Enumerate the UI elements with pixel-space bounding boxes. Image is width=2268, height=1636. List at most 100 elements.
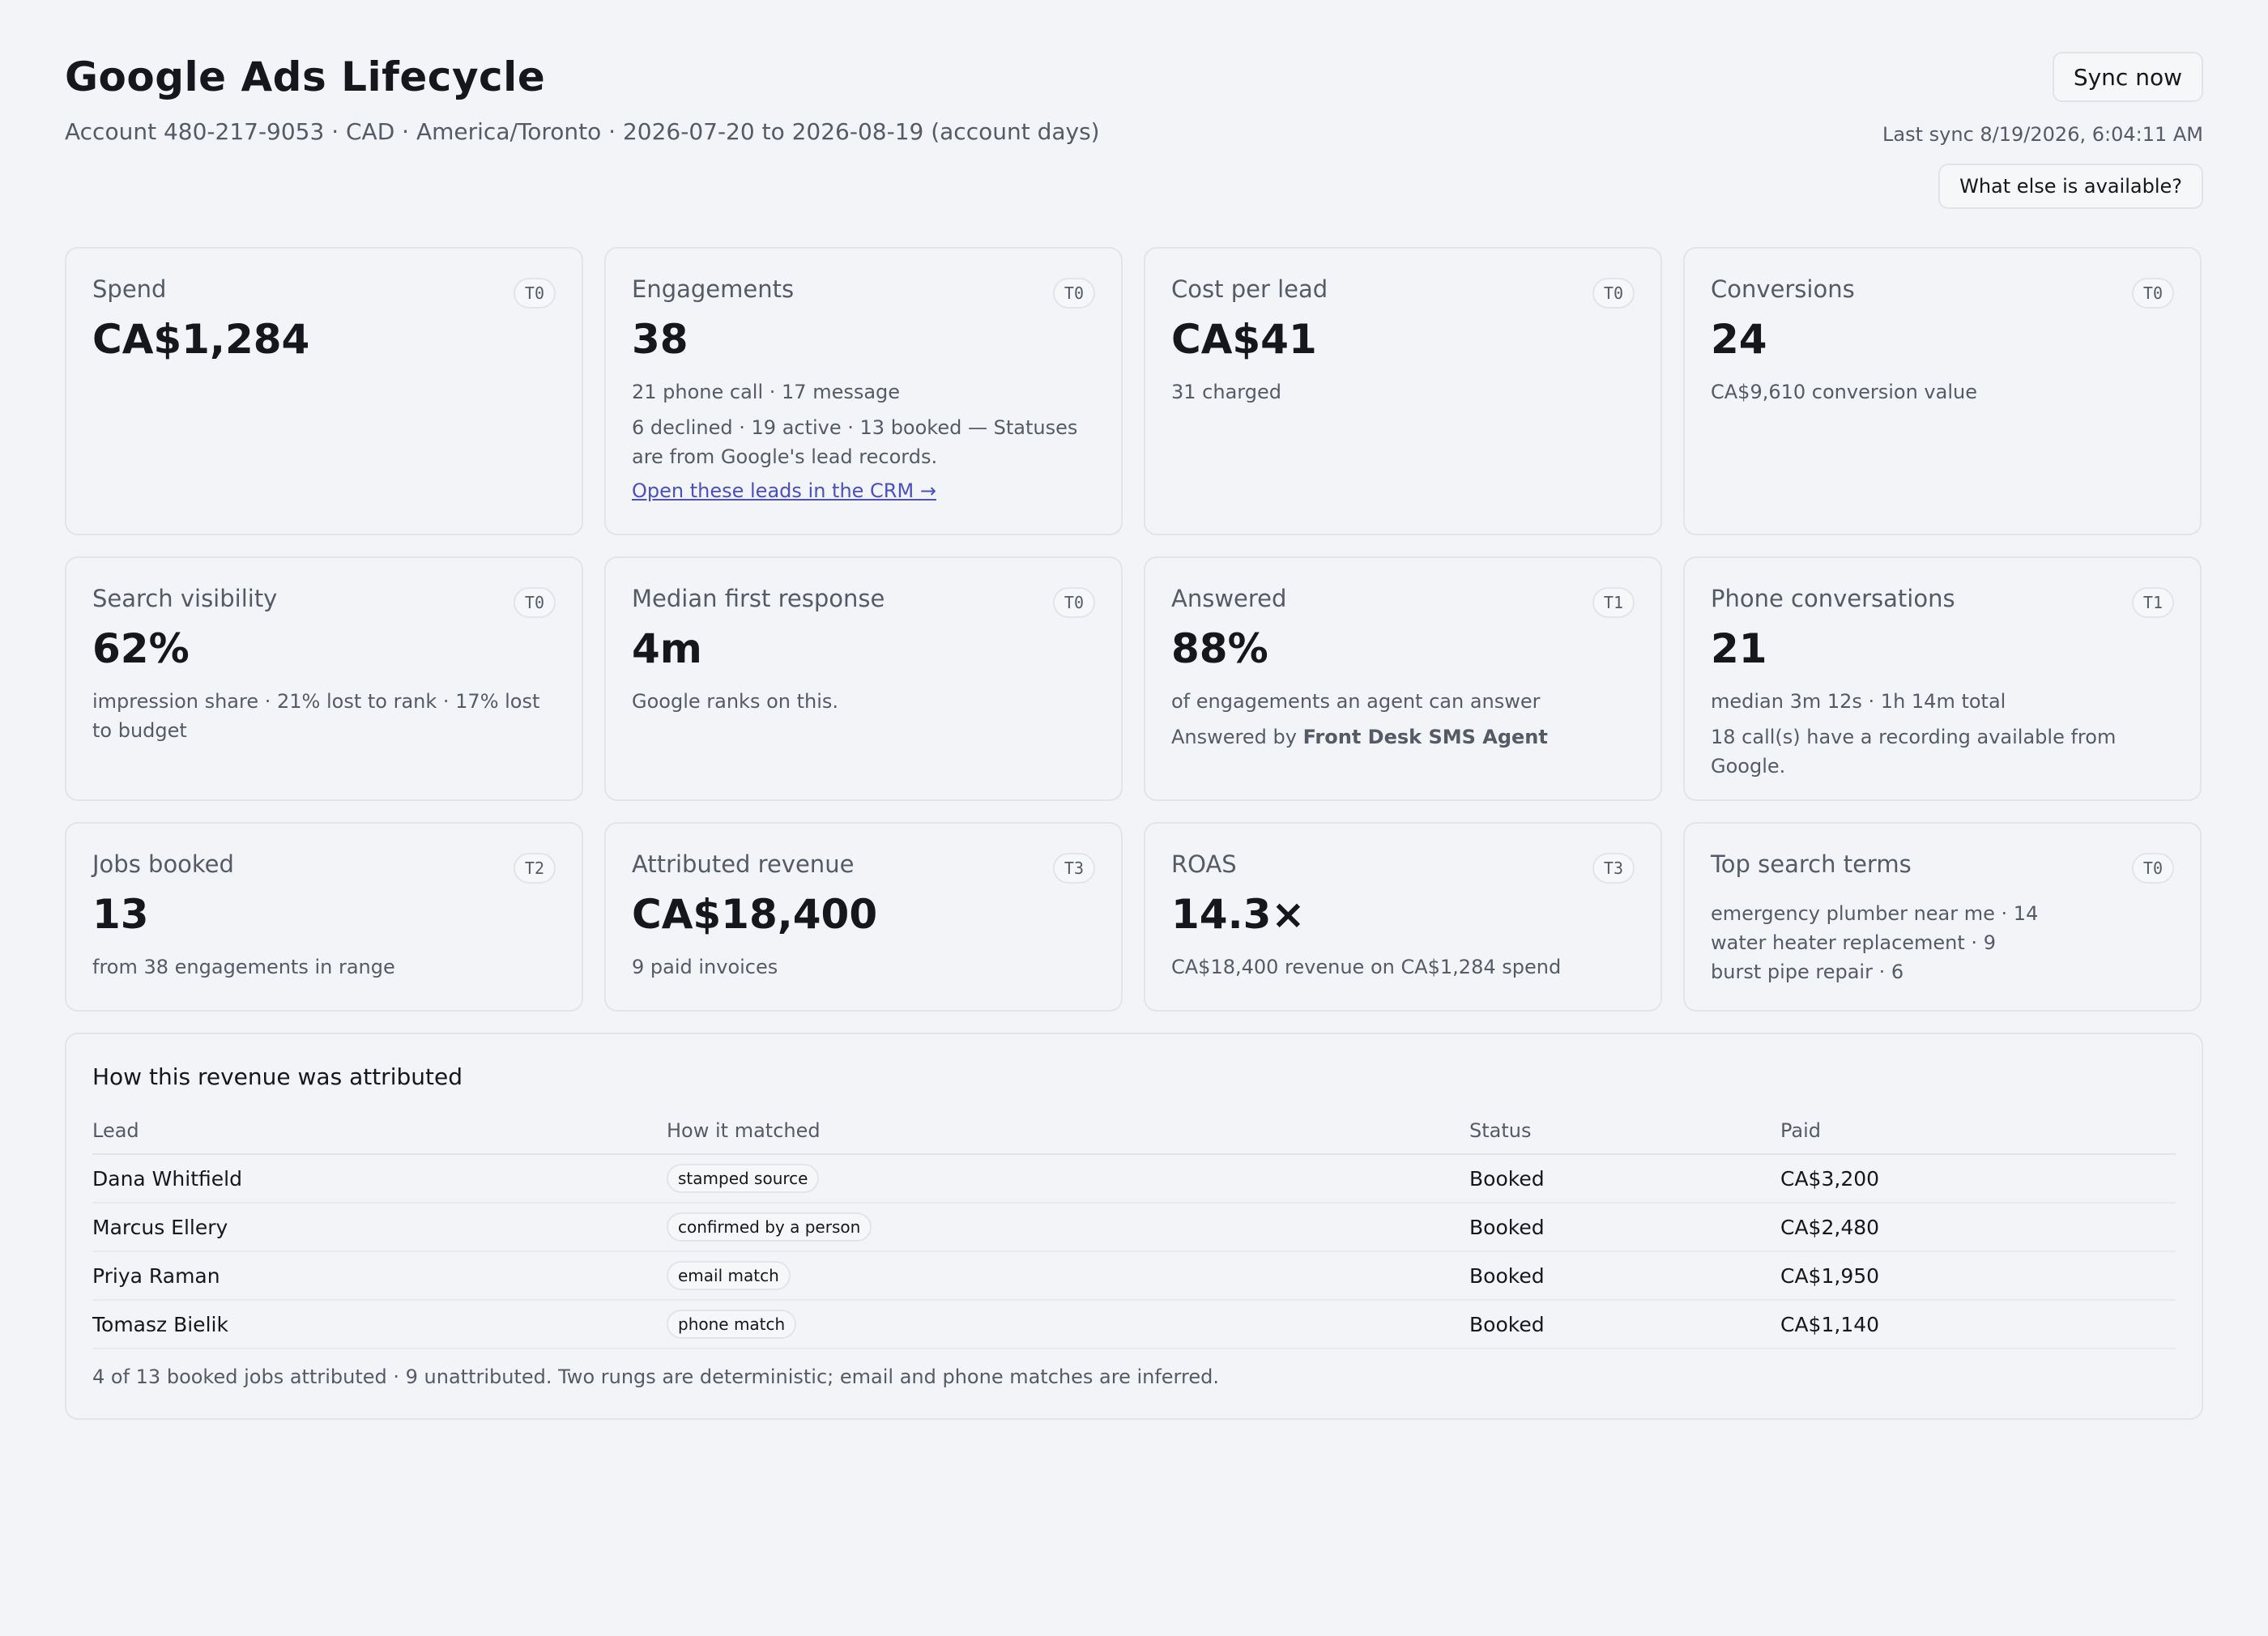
- search-term-item: burst pipe repair · 6: [1711, 961, 1904, 983]
- lead-name: Priya Raman: [92, 1251, 667, 1301]
- card-value: 62%: [92, 625, 190, 672]
- engagements-card: Engagements T0 38 21 phone call · 17 mes…: [604, 247, 1123, 535]
- card-value: 13: [92, 891, 149, 938]
- match-cell: stamped source: [667, 1154, 1469, 1204]
- sync-controls: Sync now Last sync 8/19/2026, 6:04:11 AM…: [1882, 52, 2203, 209]
- table-row: Marcus Ellery confirmed by a person Book…: [92, 1203, 2176, 1252]
- card-detail: of engagements an agent can answer: [1171, 690, 1541, 713]
- tier-badge: T2: [513, 853, 556, 884]
- card-detail: CA$9,610 conversion value: [1711, 381, 1977, 403]
- status-cell: Booked: [1469, 1251, 1780, 1301]
- card-value: 38: [632, 316, 688, 363]
- attribution-footnote: 4 of 13 booked jobs attributed · 9 unatt…: [92, 1365, 1219, 1388]
- card-detail: 21 phone call · 17 message: [632, 381, 901, 403]
- card-label: Attributed revenue: [632, 850, 855, 878]
- search-term-item: water heater replacement · 9: [1711, 931, 1996, 954]
- tier-badge: T3: [1052, 853, 1095, 884]
- agent-name: Front Desk SMS Agent: [1302, 726, 1548, 748]
- status-cell: Booked: [1469, 1203, 1780, 1252]
- card-label: Phone conversations: [1711, 585, 1955, 612]
- account-summary: Account 480-217-9053 · CAD · America/Tor…: [65, 118, 1100, 145]
- page-title: Google Ads Lifecycle: [65, 53, 546, 100]
- tier-badge: T0: [513, 278, 556, 309]
- answered-card: Answered T1 88% of engagements an agent …: [1144, 556, 1662, 801]
- search-terms-list: emergency plumber near me · 14 water hea…: [1711, 899, 2174, 986]
- card-label: Cost per lead: [1171, 275, 1328, 303]
- table-row: Tomasz Bielik phone match Booked CA$1,14…: [92, 1300, 2176, 1349]
- card-label: Top search terms: [1711, 850, 1912, 878]
- sync-now-button[interactable]: Sync now: [2052, 52, 2203, 102]
- column-header-paid: Paid: [1780, 1113, 2176, 1155]
- card-value: 4m: [632, 625, 702, 672]
- lead-name: Tomasz Bielik: [92, 1300, 667, 1349]
- tier-badge: T0: [1052, 587, 1095, 618]
- panel-title: How this revenue was attributed: [92, 1063, 463, 1090]
- answered-by-note: Answered by Front Desk SMS Agent: [1171, 722, 1635, 752]
- attributed-revenue-card: Attributed revenue T3 CA$18,400 9 paid i…: [604, 822, 1123, 1012]
- lead-name: Dana Whitfield: [92, 1154, 667, 1204]
- match-badge: confirmed by a person: [667, 1212, 872, 1242]
- table-row: Priya Raman email match Booked CA$1,950: [92, 1251, 2176, 1301]
- tier-badge: T1: [2131, 587, 2174, 618]
- card-label: Answered: [1171, 585, 1287, 612]
- metrics-row-2: Search visibility T0 62% impression shar…: [65, 556, 2203, 801]
- paid-cell: CA$2,480: [1780, 1203, 2176, 1252]
- match-badge: phone match: [667, 1310, 797, 1339]
- top-search-terms-card: Top search terms T0 emergency plumber ne…: [1683, 822, 2202, 1012]
- lead-name: Marcus Ellery: [92, 1203, 667, 1252]
- match-cell: phone match: [667, 1300, 1469, 1349]
- paid-cell: CA$1,950: [1780, 1251, 2176, 1301]
- card-detail: median 3m 12s · 1h 14m total: [1711, 690, 2006, 713]
- page-header: Google Ads Lifecycle Account 480-217-905…: [65, 0, 2203, 247]
- attribution-panel: How this revenue was attributed Lead How…: [65, 1033, 2203, 1420]
- conversions-card: Conversions T0 24 CA$9,610 conversion va…: [1683, 247, 2202, 535]
- metrics-row-1: Spend T0 CA$1,284 Engagements T0 38 21 p…: [65, 247, 2203, 535]
- card-label: Spend: [92, 275, 167, 303]
- card-detail: 9 paid invoices: [632, 956, 778, 978]
- tier-badge: T0: [513, 587, 556, 618]
- phone-conversations-card: Phone conversations T1 21 median 3m 12s …: [1683, 556, 2202, 801]
- card-value: 14.3×: [1171, 891, 1306, 938]
- card-label: Median first response: [632, 585, 885, 612]
- paid-cell: CA$1,140: [1780, 1300, 2176, 1349]
- tier-badge: T0: [1052, 278, 1095, 309]
- open-crm-link[interactable]: Open these leads in the CRM →: [632, 479, 936, 502]
- match-cell: confirmed by a person: [667, 1203, 1469, 1252]
- what-else-button[interactable]: What else is available?: [1938, 164, 2203, 209]
- card-value: CA$18,400: [632, 891, 878, 938]
- card-label: Search visibility: [92, 585, 278, 612]
- table-header-row: Lead How it matched Status Paid: [92, 1113, 2176, 1155]
- cost-per-lead-card: Cost per lead T0 CA$41 31 charged: [1144, 247, 1662, 535]
- status-cell: Booked: [1469, 1300, 1780, 1349]
- column-header-lead: Lead: [92, 1113, 667, 1155]
- card-detail: impression share · 21% lost to rank · 17…: [92, 690, 540, 742]
- spend-card: Spend T0 CA$1,284: [65, 247, 583, 535]
- recording-note: 18 call(s) have a recording available fr…: [1711, 726, 2117, 778]
- card-value: 88%: [1171, 625, 1268, 672]
- status-note: 6 declined · 19 active · 13 booked — Sta…: [632, 416, 1078, 468]
- column-header-status: Status: [1469, 1113, 1780, 1155]
- card-value: 21: [1711, 625, 1767, 672]
- match-badge: stamped source: [667, 1164, 820, 1193]
- card-detail: 31 charged: [1171, 381, 1281, 403]
- jobs-booked-card: Jobs booked T2 13 from 38 engagements in…: [65, 822, 583, 1012]
- card-label: ROAS: [1171, 850, 1237, 878]
- column-header-match: How it matched: [667, 1113, 1469, 1155]
- median-response-card: Median first response T0 4m Google ranks…: [604, 556, 1123, 801]
- answered-by-prefix: Answered by: [1171, 726, 1303, 748]
- metrics-row-3: Jobs booked T2 13 from 38 engagements in…: [65, 822, 2203, 1012]
- tier-badge: T3: [1592, 853, 1635, 884]
- paid-cell: CA$3,200: [1780, 1154, 2176, 1204]
- tier-badge: T0: [1592, 278, 1635, 309]
- table-row: Dana Whitfield stamped source Booked CA$…: [92, 1154, 2176, 1204]
- card-detail: from 38 engagements in range: [92, 956, 395, 978]
- card-value: 24: [1711, 316, 1767, 363]
- attribution-table: Lead How it matched Status Paid Dana Whi…: [92, 1113, 2176, 1349]
- search-visibility-card: Search visibility T0 62% impression shar…: [65, 556, 583, 801]
- card-label: Jobs booked: [92, 850, 234, 878]
- card-label: Conversions: [1711, 275, 1855, 303]
- match-badge: email match: [667, 1261, 791, 1290]
- card-detail: Google ranks on this.: [632, 690, 839, 713]
- roas-card: ROAS T3 14.3× CA$18,400 revenue on CA$1,…: [1144, 822, 1662, 1012]
- last-sync-timestamp: Last sync 8/19/2026, 6:04:11 AM: [1882, 123, 2203, 146]
